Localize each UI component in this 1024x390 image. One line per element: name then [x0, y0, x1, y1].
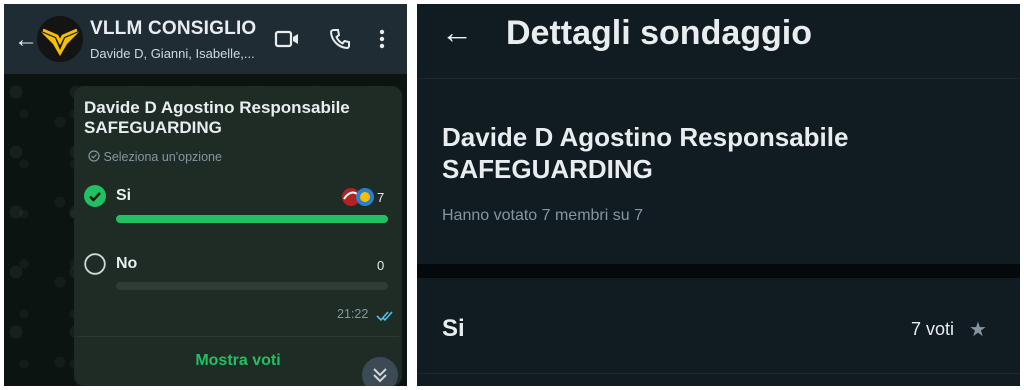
vote-progress-fill — [116, 215, 388, 223]
poll-question: Davide D Agostino Responsabile SAFEGUARD… — [84, 98, 350, 137]
poll-question: Davide D Agostino Responsabile SAFEGUARD… — [442, 122, 849, 184]
scroll-down-button[interactable] — [362, 357, 398, 386]
section-separator — [417, 264, 1020, 278]
bubble-divider — [77, 336, 399, 337]
poll-details-screen: ← Dettagli sondaggio Davide D Agostino R… — [417, 4, 1020, 386]
row-divider — [417, 373, 1020, 374]
more-vert-icon[interactable] — [378, 28, 386, 55]
checked-circle-icon[interactable] — [84, 185, 106, 212]
show-votes-button[interactable]: Mostra voti — [74, 352, 402, 370]
read-ticks-icon — [376, 309, 396, 327]
vote-progress-track — [116, 215, 388, 223]
poll-option-label: No — [116, 255, 138, 272]
vote-progress-track — [116, 282, 388, 290]
group-name[interactable]: VLLM CONSIGLIO — [90, 18, 256, 40]
back-arrow-icon[interactable]: ← — [441, 14, 473, 51]
video-call-icon[interactable] — [274, 28, 300, 55]
chat-header: ← VLLM CONSIGLIO Davide D, Gianni, Isabe… — [4, 4, 407, 74]
voter-avatars — [341, 187, 377, 212]
option-votes: 7 voti — [911, 319, 955, 339]
group-avatar[interactable] — [37, 16, 83, 62]
option-vote-count: 7 — [377, 190, 385, 205]
poll-hint: Seleziona un'opzione — [88, 150, 222, 164]
message-time: 21:22 — [337, 307, 369, 321]
back-arrow-icon[interactable]: ← — [14, 28, 38, 52]
unchecked-circle-icon[interactable] — [84, 253, 106, 280]
option-label: Si — [442, 315, 465, 342]
poll-hint-text: Seleziona un'opzione — [103, 150, 222, 164]
chat-screen: ← VLLM CONSIGLIO Davide D, Gianni, Isabe… — [4, 4, 407, 386]
header-divider — [417, 78, 1020, 79]
double-chevron-down-icon — [373, 368, 387, 383]
phone-call-icon[interactable] — [329, 28, 351, 55]
voted-summary: Hanno votato 7 membri su 7 — [442, 207, 643, 224]
group-members[interactable]: Davide D, Gianni, Isabelle,... — [90, 46, 255, 61]
page-title: Dettagli sondaggio — [506, 14, 812, 52]
check-circle-outline-icon — [88, 150, 100, 162]
option-vote-count: 0 — [377, 258, 385, 273]
poll-option-label: Si — [116, 187, 132, 204]
star-icon[interactable]: ★ — [969, 317, 987, 342]
